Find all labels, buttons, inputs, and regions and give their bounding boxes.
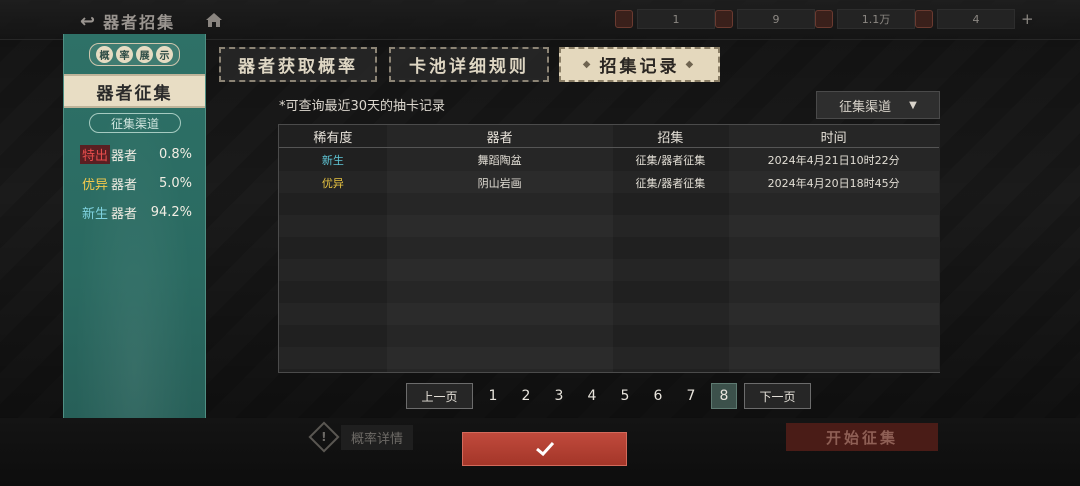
chip-char: 示 [156,45,173,63]
next-page-button[interactable]: 下一页 [744,383,811,409]
records-table: 稀有度 器者 招集 时间 新生 舞蹈陶盆 征集/器者征集 2024年4月21日10时2… [278,124,940,373]
cell-rarity: 优异 [321,177,344,190]
probability-detail-button[interactable]: ! 概率详情 [308,421,414,453]
scroll-icon [815,10,833,28]
page-number-7[interactable]: 7 [678,383,704,409]
home-icon[interactable] [204,10,224,30]
diamond-ornament-icon: ◆ [685,59,697,70]
probability-display-chip: 概 率 展 示 [89,42,180,66]
back-button[interactable]: ↩ 器者招集 [80,8,175,34]
ticket-channel-label: 征集渠道 [89,113,181,133]
lantern-icon [715,10,733,28]
red-token-icon [615,10,633,28]
back-arrow-icon: ↩ [80,10,98,32]
rarity-tag: 特出 [80,144,111,164]
rate-value: 94.2% [150,204,192,220]
chip-char: 展 [136,45,153,63]
page-number-3[interactable]: 3 [546,383,572,409]
cell-name: 舞蹈陶盆 [477,154,522,167]
row-stripe [279,347,939,369]
rarity-tag: 优异 [82,177,109,193]
probability-ticket-panel: 概 率 展 示 器者征集 征集渠道 特出 器者 0.8% 优异 器者 5.0% 新生 器者 94… [63,34,206,426]
cell-source: 征集/器者征集 [635,154,706,167]
page-number-1[interactable]: 1 [480,383,506,409]
row-stripe [279,303,939,325]
cell-time: 2024年4月20日18时45分 [767,177,900,190]
resource-value: 9 [737,9,815,29]
rate-value: 0.8% [158,146,192,162]
resource-counter: 1 [615,8,715,30]
cell-name: 阴山岩画 [477,177,522,190]
rate-label: 器者 [111,177,138,193]
tab-label: 招集记录 [599,57,680,77]
tab-label: 器者获取概率 [238,57,358,77]
table-row[interactable]: 优异 阴山岩画 征集/器者征集 2024年4月20日18时45分 [279,172,939,194]
probability-detail-label: 概率详情 [341,424,414,450]
ticket-title: 器者征集 [64,74,205,108]
row-stripe [279,259,939,281]
header-rarity: 稀有度 [313,130,353,146]
badge-icon [915,10,933,28]
records-note: *可查询最近30天的抽卡记录 [279,99,446,114]
page-number-4[interactable]: 4 [579,383,605,409]
rarity-tag: 新生 [82,206,109,222]
warning-diamond-icon: ! [308,421,340,453]
plus-icon[interactable]: + [1021,10,1034,28]
resource-counter: 4 + [915,8,1034,30]
rate-value: 5.0% [158,175,192,191]
resource-value: 4 [937,9,1015,29]
confirm-button[interactable] [462,432,627,466]
rate-row: 优异 器者 5.0% [80,173,192,193]
chip-char: 率 [116,45,133,63]
cell-source: 征集/器者征集 [635,177,706,190]
rate-label: 器者 [111,148,138,164]
page-number-5[interactable]: 5 [612,383,638,409]
dropdown-triangle-icon: ▼ [909,99,917,111]
prev-page-button[interactable]: 上一页 [406,383,473,409]
page-number-6[interactable]: 6 [645,383,671,409]
table-row[interactable]: 新生 舞蹈陶盆 征集/器者征集 2024年4月21日10时22分 [279,149,939,171]
table-header: 稀有度 器者 招集 时间 [279,125,939,148]
tab-label: 卡池详细规则 [409,57,529,77]
resource-value: 1.1万 [837,9,915,29]
row-stripe [279,215,939,237]
tab-pool-rules[interactable]: 卡池详细规则 [389,47,549,82]
resource-counter: 9 [715,8,815,30]
page-number-2[interactable]: 2 [513,383,539,409]
rate-row: 特出 器者 0.8% [80,144,192,164]
header-name: 器者 [486,130,513,146]
chip-char: 概 [96,45,113,63]
cell-time: 2024年4月21日10时22分 [767,154,900,167]
tab-acquire-probability[interactable]: 器者获取概率 [219,47,377,82]
channel-filter-label: 征集渠道 [839,99,892,115]
header-source: 招集 [657,130,684,146]
start-recruit-button[interactable]: 开始征集 [786,423,938,451]
resource-value: 1 [637,9,715,29]
diamond-ornament-icon: ◆ [582,59,594,70]
rate-row: 新生 器者 94.2% [80,202,192,222]
tab-recruit-records[interactable]: ◆ 招集记录 ◆ [559,47,720,82]
channel-filter-dropdown[interactable]: 征集渠道 ▼ [816,91,940,119]
checkmark-icon [535,441,554,457]
page-number-8[interactable]: 8 [711,383,737,409]
rate-label: 器者 [111,206,138,222]
cell-rarity: 新生 [321,154,344,167]
screen-title: 器者招集 [103,13,176,32]
header-time: 时间 [820,130,847,146]
